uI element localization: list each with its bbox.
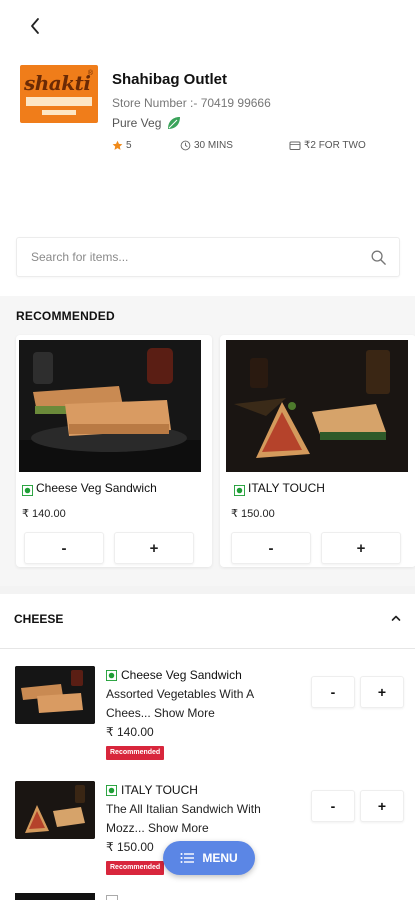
search-icon[interactable] bbox=[370, 249, 387, 266]
store-logo: shakti ® bbox=[20, 65, 98, 123]
logo-tagline-bar bbox=[26, 97, 92, 106]
diet-label: Pure Veg bbox=[112, 115, 182, 131]
store-number: Store Number :- 70419 99666 bbox=[112, 96, 271, 110]
delivery-time-text: 30 MINS bbox=[194, 140, 233, 151]
category-title[interactable]: CHEESE bbox=[14, 612, 63, 626]
back-button[interactable] bbox=[24, 14, 48, 38]
show-more-link[interactable]: Show More bbox=[148, 821, 209, 835]
item-thumbnail[interactable] bbox=[15, 781, 95, 839]
show-more-link[interactable]: Show More bbox=[154, 706, 215, 720]
item-price: ₹ 150.00 bbox=[231, 508, 275, 520]
increase-button[interactable]: + bbox=[360, 676, 404, 708]
leaf-icon bbox=[168, 117, 181, 129]
recommended-card[interactable]: ITALY TOUCH ₹ 150.00 - + bbox=[220, 335, 415, 567]
cost-for-two: ₹2 FOR TWO bbox=[289, 140, 366, 151]
item-thumbnail[interactable] bbox=[15, 666, 95, 724]
item-description: The All Italian Sandwich With Mozz... Sh… bbox=[106, 800, 296, 838]
registered-mark: ® bbox=[87, 70, 93, 77]
increase-button[interactable]: + bbox=[114, 532, 194, 564]
decrease-button[interactable]: - bbox=[311, 676, 355, 708]
cost-for-two-text: ₹2 FOR TWO bbox=[304, 140, 366, 151]
category-divider bbox=[0, 648, 415, 649]
item-name: Cheese Veg Sandwich bbox=[36, 481, 157, 495]
rating: 5 bbox=[112, 140, 132, 151]
food-image bbox=[226, 340, 408, 472]
veg-indicator-icon bbox=[22, 485, 33, 496]
item-description-line: Mozz... bbox=[106, 821, 145, 835]
item-price: ₹ 150.00 bbox=[106, 840, 154, 854]
veg-indicator-icon bbox=[106, 670, 117, 681]
recommended-badge: Recommended bbox=[106, 861, 165, 875]
logo-wordmark: shakti bbox=[24, 71, 91, 95]
item-name: Cheese Veg Sandwich bbox=[121, 668, 242, 682]
item-price: ₹ 140.00 bbox=[22, 508, 66, 520]
diet-text: Pure Veg bbox=[112, 116, 162, 130]
wallet-icon bbox=[289, 141, 301, 150]
recommended-badge: Recommended bbox=[106, 746, 165, 760]
veg-indicator-icon bbox=[106, 895, 118, 900]
back-arrow-icon bbox=[31, 18, 39, 34]
item-description-line: Chees... bbox=[106, 706, 151, 720]
item-description-line: The All Italian Sandwich With bbox=[106, 802, 261, 816]
item-description-line: Assorted Vegetables With A bbox=[106, 687, 255, 701]
item-thumbnail[interactable] bbox=[15, 893, 95, 900]
clock-icon bbox=[180, 140, 191, 151]
menu-button[interactable]: MENU bbox=[163, 841, 255, 875]
food-image bbox=[19, 340, 201, 472]
rating-value: 5 bbox=[126, 140, 132, 151]
increase-button[interactable]: + bbox=[360, 790, 404, 822]
delivery-time: 30 MINS bbox=[180, 140, 233, 151]
outlet-name: Shahibag Outlet bbox=[112, 71, 228, 88]
decrease-button[interactable]: - bbox=[311, 790, 355, 822]
decrease-button[interactable]: - bbox=[231, 532, 311, 564]
menu-list-icon bbox=[180, 853, 195, 863]
recommended-title: RECOMMENDED bbox=[16, 309, 115, 323]
menu-button-label: MENU bbox=[202, 851, 238, 865]
veg-indicator-icon bbox=[106, 785, 117, 796]
veg-indicator-icon bbox=[234, 485, 245, 496]
item-name: ITALY TOUCH bbox=[121, 783, 198, 797]
recommended-card[interactable]: Cheese Veg Sandwich ₹ 140.00 - + bbox=[16, 335, 212, 567]
star-icon bbox=[112, 140, 123, 150]
item-description: Assorted Vegetables With A Chees... Show… bbox=[106, 685, 296, 723]
search-input[interactable]: Search for items... bbox=[16, 237, 400, 277]
decrease-button[interactable]: - bbox=[24, 532, 104, 564]
search-placeholder: Search for items... bbox=[31, 250, 129, 264]
chevron-up-icon[interactable] bbox=[389, 611, 403, 625]
item-price: ₹ 140.00 bbox=[106, 725, 154, 739]
logo-subtag-bar bbox=[42, 110, 76, 115]
item-name: ITALY TOUCH bbox=[248, 481, 325, 495]
increase-button[interactable]: + bbox=[321, 532, 401, 564]
section-divider bbox=[0, 586, 415, 594]
